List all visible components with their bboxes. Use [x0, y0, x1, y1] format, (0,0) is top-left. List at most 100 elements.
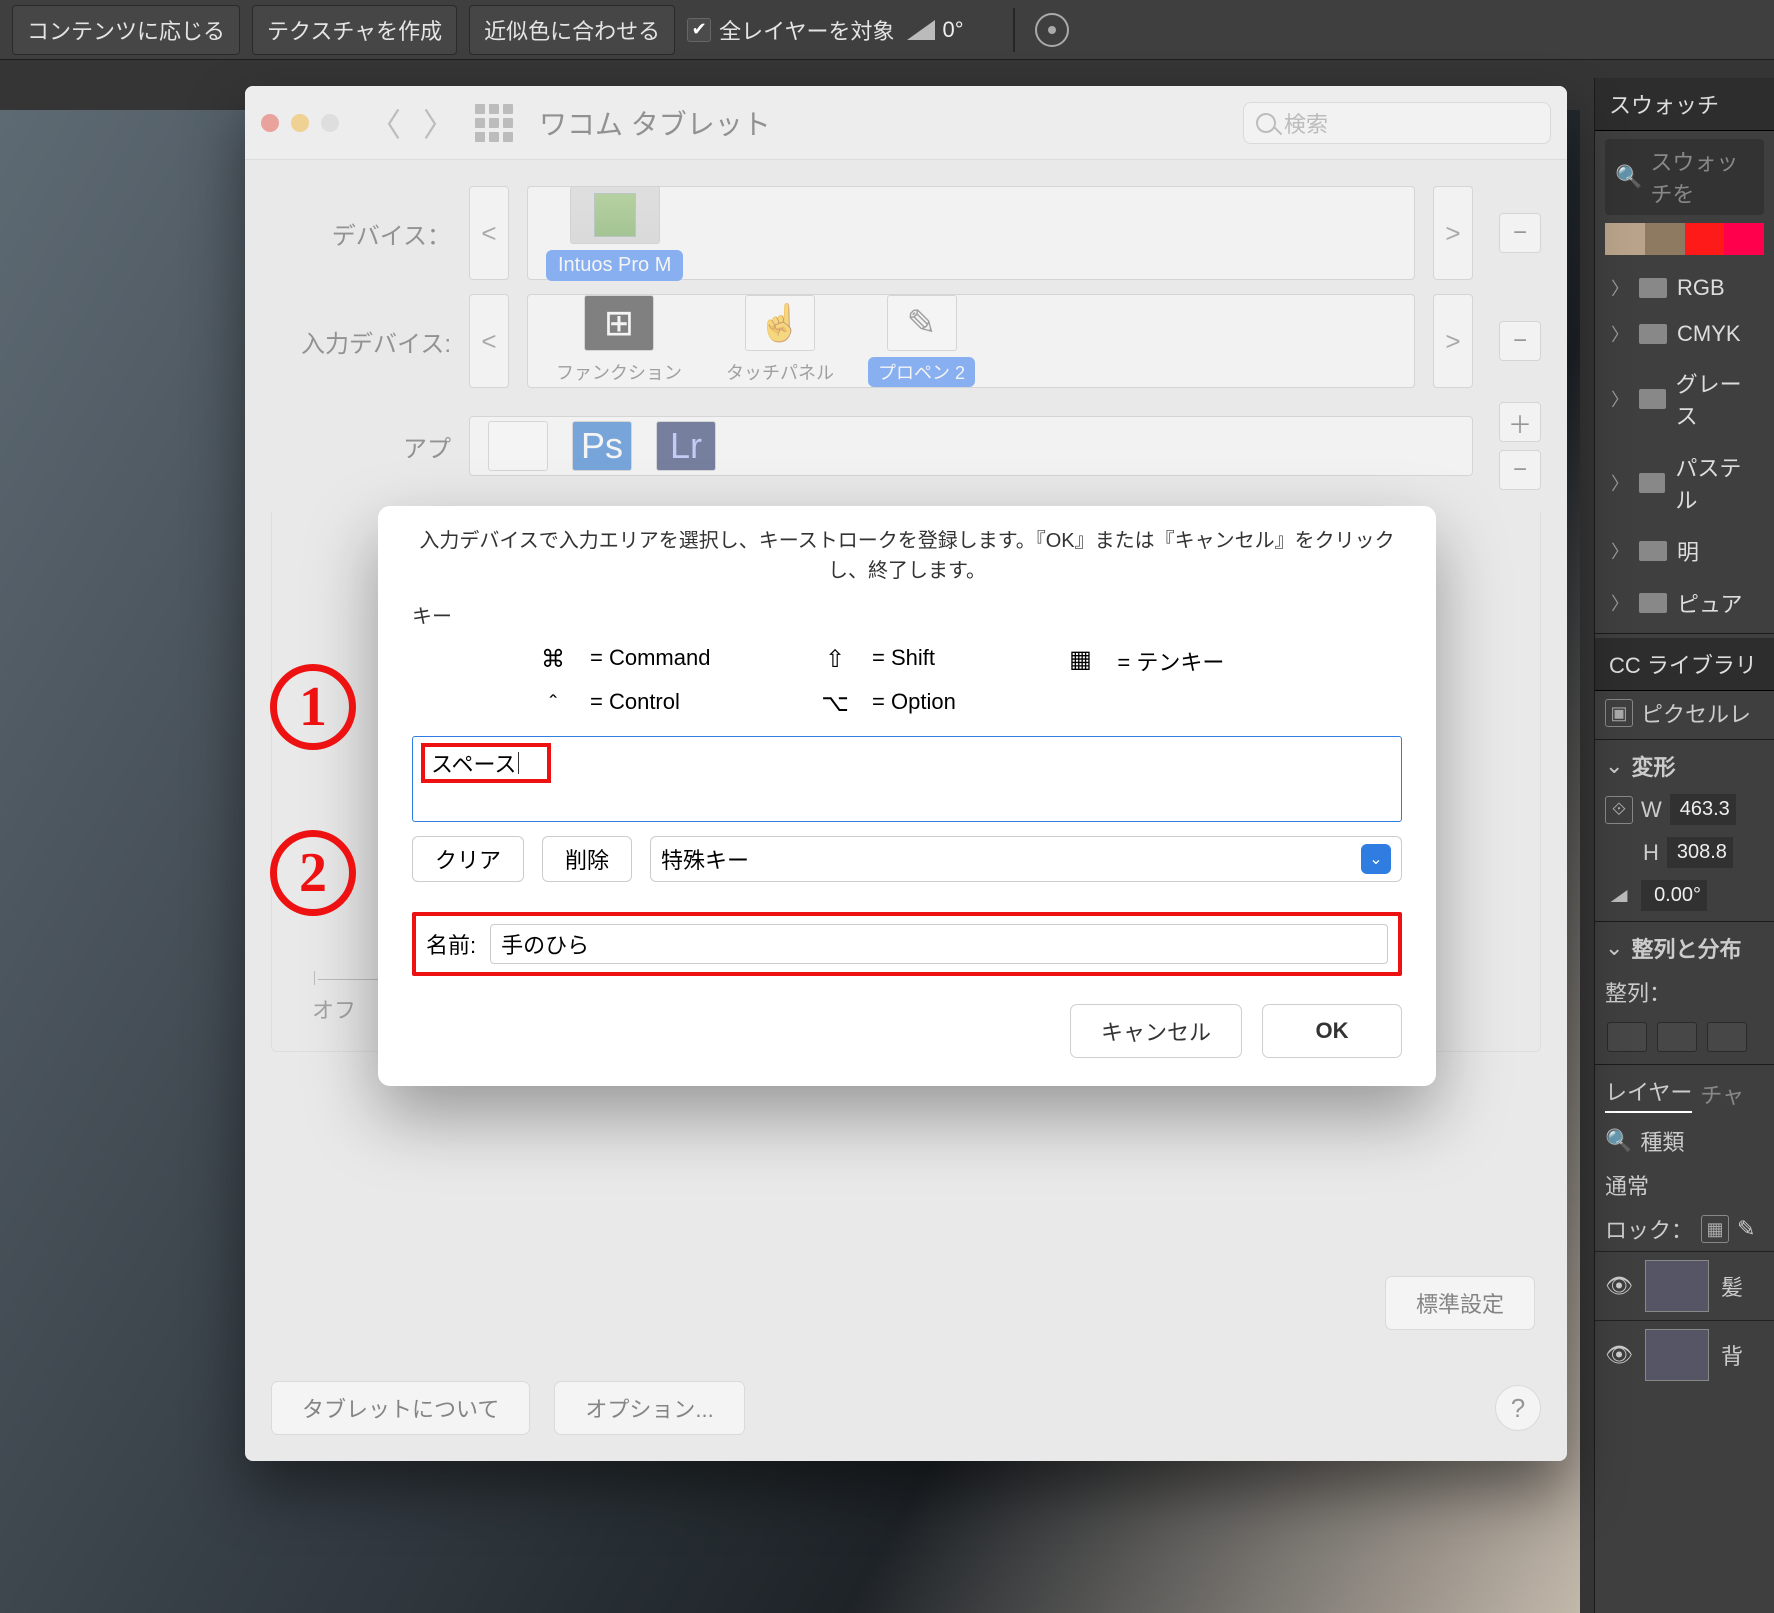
tool-scroll-right[interactable]: > [1433, 294, 1473, 388]
align-header[interactable]: ⌄ 整列と分布 [1595, 926, 1774, 970]
chevron-right-icon: 〉 [1611, 538, 1629, 564]
help-button[interactable]: ? [1495, 1385, 1541, 1431]
check-icon: ✔ [687, 18, 711, 42]
create-texture-button[interactable]: テクスチャを作成 [252, 5, 457, 55]
content-fill-button[interactable]: コンテンツに応じる [12, 5, 240, 55]
delete-button[interactable]: 削除 [542, 836, 632, 882]
angle-group [907, 17, 993, 43]
align-center-icon[interactable] [1657, 1022, 1697, 1052]
key-legend: ⌘= Command ⇧= Shift ▦= テンキー ＾= Control ⌥… [532, 645, 1312, 724]
touch-icon: ☝ [745, 295, 815, 351]
tree-light[interactable]: 〉明 [1605, 525, 1764, 577]
visibility-icon[interactable]: 👁 [1605, 1341, 1633, 1369]
blend-mode[interactable]: 通常 [1595, 1163, 1774, 1207]
transform-header[interactable]: ⌄ 変形 [1595, 744, 1774, 788]
close-window-icon[interactable] [261, 114, 279, 132]
device-icon [570, 186, 660, 244]
brush-icon[interactable]: ✎ [1737, 1216, 1755, 1242]
align-left-icon[interactable] [1607, 1022, 1647, 1052]
tree-rgb[interactable]: 〉RGB [1605, 265, 1764, 311]
cc-lib-tab[interactable]: CC ライブラリ [1595, 638, 1774, 691]
remove-tool-button[interactable]: − [1499, 321, 1541, 361]
swatch-search-placeholder: スウォッチを [1650, 145, 1754, 209]
tree-gray[interactable]: 〉グレース [1605, 357, 1764, 441]
nav-forward-button[interactable]: 〉 [421, 105, 457, 141]
dialog-instruction: 入力デバイスで入力エリアを選択し、キーストロークを登録します。『OK』または『キ… [412, 526, 1402, 586]
tree-pure[interactable]: 〉ピュア [1605, 577, 1764, 629]
add-app-button[interactable]: ＋ [1499, 402, 1541, 442]
layers-tab[interactable]: レイヤー [1605, 1075, 1692, 1113]
swatch-row[interactable] [1605, 223, 1764, 265]
lock-pixels-icon[interactable]: ▦ [1701, 1215, 1729, 1243]
zoom-window-icon[interactable] [321, 114, 339, 132]
folder-icon [1639, 389, 1666, 409]
device-list[interactable]: Intuos Pro M [527, 186, 1415, 280]
nav-back-button[interactable]: 〈 [367, 105, 403, 141]
app-row: アプ Ps Lr ＋ − [271, 402, 1541, 490]
options-button[interactable]: オプション... [554, 1381, 744, 1435]
chevron-right-icon: 〉 [1611, 590, 1629, 616]
rotate-input[interactable] [1641, 880, 1707, 911]
device-name[interactable]: Intuos Pro M [546, 250, 683, 281]
default-settings-button[interactable]: 標準設定 [1385, 1276, 1535, 1330]
tool-scroll-left[interactable]: < [469, 294, 509, 388]
folder-icon [1639, 541, 1667, 561]
key-section-label: キー [412, 600, 1402, 629]
app-list[interactable]: Ps Lr [469, 416, 1473, 476]
channels-tab[interactable]: チャ [1700, 1078, 1744, 1110]
remove-device-button[interactable]: − [1499, 213, 1541, 253]
visibility-icon[interactable]: 👁 [1605, 1272, 1633, 1300]
keystroke-input[interactable]: スペース [412, 736, 1402, 822]
match-color-button[interactable]: 近似色に合わせる [469, 5, 675, 55]
device-scroll-left[interactable]: < [469, 186, 509, 280]
swatch-search[interactable]: 🔍 スウォッチを [1605, 139, 1764, 215]
target-icon[interactable] [1035, 13, 1069, 47]
link-icon[interactable]: ⟐ [1605, 796, 1633, 824]
all-layers-checkbox[interactable]: ✔ 全レイヤーを対象 [687, 14, 894, 46]
app-label: アプ [271, 429, 451, 464]
folder-icon [1639, 278, 1667, 298]
pen-icon: ✎ [887, 295, 957, 351]
layer-kind-filter[interactable]: 🔍 種類 [1595, 1119, 1774, 1163]
chevron-updown-icon: ⌄ [1361, 844, 1391, 874]
name-input[interactable] [490, 924, 1388, 964]
pref-search[interactable]: 検索 [1243, 102, 1551, 144]
swatches-tab[interactable]: スウォッチ [1595, 78, 1774, 131]
search-icon: 🔍 [1605, 1128, 1632, 1154]
angle-input[interactable] [943, 17, 993, 43]
about-tablet-button[interactable]: タブレットについて [271, 1381, 530, 1435]
remove-app-button[interactable]: − [1499, 450, 1541, 490]
annotation-2: 2 [270, 830, 356, 916]
tool-touch[interactable]: ☝ タッチパネル [716, 295, 844, 387]
angle-icon [1611, 890, 1628, 902]
app-icon-ps: Ps [572, 421, 632, 471]
layer-thumb [1645, 1329, 1709, 1381]
image-icon: ▣ [1605, 699, 1633, 727]
all-panes-icon[interactable] [475, 104, 513, 142]
folder-icon [1639, 593, 1667, 613]
search-icon [1256, 113, 1276, 133]
wacom-preferences-window: 〈 〉 ワコム タブレット 検索 デバイス： < Intuos Pro M > … [245, 86, 1567, 1461]
tool-list[interactable]: ⊞ ファンクション ☝ タッチパネル ✎ プロペン 2 [527, 294, 1415, 388]
tool-propen[interactable]: ✎ プロペン 2 [868, 295, 975, 387]
tree-cmyk[interactable]: 〉CMYK [1605, 311, 1764, 357]
special-key-select[interactable]: 特殊キー ⌄ [650, 836, 1402, 882]
ok-button[interactable]: OK [1262, 1004, 1402, 1058]
tool-function[interactable]: ⊞ ファンクション [546, 295, 692, 387]
minimize-window-icon[interactable] [291, 114, 309, 132]
options-bar: コンテンツに応じる テクスチャを作成 近似色に合わせる ✔ 全レイヤーを対象 [0, 0, 1774, 60]
pref-footer: タブレットについて オプション... ? [271, 1381, 1541, 1435]
separator [1013, 8, 1015, 52]
window-title: ワコム タブレット [539, 103, 771, 143]
device-scroll-right[interactable]: > [1433, 186, 1473, 280]
clear-button[interactable]: クリア [412, 836, 524, 882]
device-label: デバイス： [271, 216, 451, 251]
layer-row-2[interactable]: 👁 背 [1595, 1320, 1774, 1389]
w-input[interactable] [1670, 794, 1736, 825]
pixel-layer-row[interactable]: ▣ ピクセルレ [1595, 691, 1774, 735]
tree-pastel[interactable]: 〉パステル [1605, 441, 1764, 525]
layer-row-1[interactable]: 👁 髪 [1595, 1251, 1774, 1320]
align-right-icon[interactable] [1707, 1022, 1747, 1052]
cancel-button[interactable]: キャンセル [1070, 1004, 1242, 1058]
h-input[interactable] [1667, 837, 1733, 868]
